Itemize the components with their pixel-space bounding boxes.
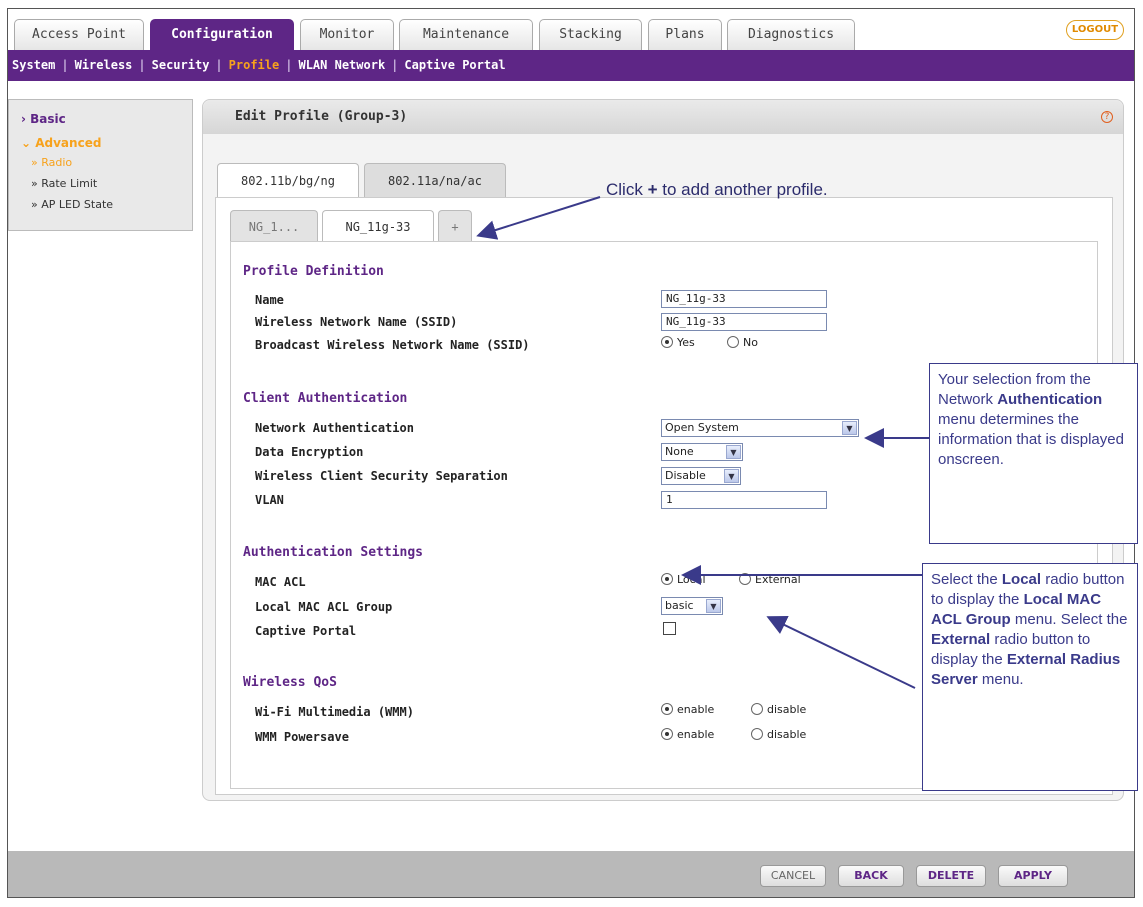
chevron-down-icon: ▼ xyxy=(706,599,721,613)
apply-button[interactable]: APPLY xyxy=(998,865,1068,887)
tab-monitor[interactable]: Monitor xyxy=(300,19,394,50)
data-encryption-label: Data Encryption xyxy=(255,445,364,459)
data-encryption-select[interactable]: None ▼ xyxy=(661,443,743,461)
sub-navigation: System | Wireless | Security | Profile | WLAN Ne… xyxy=(8,50,1134,81)
tab-maintenance[interactable]: Maintenance xyxy=(399,19,533,50)
ssid-field[interactable]: NG_11g-33 xyxy=(661,313,827,331)
subnav-system[interactable]: System xyxy=(12,58,55,72)
local-external-callout: Select the Local radio button to display… xyxy=(922,563,1138,791)
sidebar: › Basic ⌄ Advanced » Radio » Rate Limit … xyxy=(8,99,193,231)
separation-label: Wireless Client Security Separation xyxy=(255,469,508,483)
sidebar-item-basic[interactable]: › Basic xyxy=(21,112,66,126)
sidebar-item-ap-led-state[interactable]: » AP LED State xyxy=(31,198,113,211)
mac-acl-label: MAC ACL xyxy=(255,575,306,589)
powersave-enable-radio[interactable]: enable xyxy=(661,728,714,741)
name-field[interactable]: NG_11g-33 xyxy=(661,290,827,308)
logout-button[interactable]: LOGOUT xyxy=(1066,20,1124,40)
tab-profile-ng11g33[interactable]: NG_11g-33 xyxy=(322,210,434,243)
wmm-powersave-label: WMM Powersave xyxy=(255,730,349,744)
tab-profile-ng1[interactable]: NG_1... xyxy=(230,210,318,242)
add-profile-tab[interactable]: + xyxy=(438,210,472,242)
ssid-label: Wireless Network Name (SSID) xyxy=(255,315,458,329)
bottom-action-bar: CANCEL BACK DELETE APPLY xyxy=(8,851,1134,897)
back-button[interactable]: BACK xyxy=(838,865,904,887)
tab-stacking[interactable]: Stacking xyxy=(539,19,642,50)
delete-button[interactable]: DELETE xyxy=(916,865,986,887)
section-wireless-qos: Wireless QoS xyxy=(243,675,337,690)
section-client-authentication: Client Authentication xyxy=(243,391,408,406)
wmm-disable-radio[interactable]: disable xyxy=(751,703,806,716)
subnav-wlan-network[interactable]: WLAN Network xyxy=(298,58,385,72)
network-auth-callout: Your selection from the Network Authenti… xyxy=(929,363,1138,544)
wmm-enable-radio[interactable]: enable xyxy=(661,703,714,716)
network-auth-select[interactable]: Open System ▼ xyxy=(661,419,859,437)
top-tab-bar: Access Point Configuration Monitor Maint… xyxy=(8,9,1134,51)
section-authentication-settings: Authentication Settings xyxy=(243,545,424,560)
separation-select[interactable]: Disable ▼ xyxy=(661,467,741,485)
tab-band-ac[interactable]: 802.11a/na/ac xyxy=(364,163,506,197)
tab-configuration[interactable]: Configuration xyxy=(150,19,294,51)
chevron-down-icon: ▼ xyxy=(724,469,739,483)
captive-portal-checkbox[interactable] xyxy=(663,622,676,635)
subnav-security[interactable]: Security xyxy=(152,58,210,72)
chevron-down-icon: ▼ xyxy=(726,445,741,459)
cancel-button[interactable]: CANCEL xyxy=(760,865,826,887)
sidebar-item-rate-limit[interactable]: » Rate Limit xyxy=(31,177,97,190)
mac-acl-external-radio[interactable]: External xyxy=(739,573,801,586)
tab-diagnostics[interactable]: Diagnostics xyxy=(727,19,855,50)
chevron-down-icon: ▼ xyxy=(842,421,857,435)
vlan-label: VLAN xyxy=(255,493,284,507)
sidebar-item-radio[interactable]: » Radio xyxy=(31,156,72,169)
panel-title: Edit Profile (Group-3) xyxy=(235,109,408,124)
wmm-label: Wi-Fi Multimedia (WMM) xyxy=(255,705,414,719)
powersave-disable-radio[interactable]: disable xyxy=(751,728,806,741)
tab-band-bgn[interactable]: 802.11b/bg/ng xyxy=(217,163,359,198)
local-mac-acl-group-select[interactable]: basic ▼ xyxy=(661,597,723,615)
sidebar-item-advanced[interactable]: ⌄ Advanced xyxy=(21,136,101,150)
broadcast-yes-radio[interactable]: Yes xyxy=(661,336,695,349)
subnav-profile[interactable]: Profile xyxy=(229,58,280,72)
section-profile-definition: Profile Definition xyxy=(243,264,384,279)
panel-header: Edit Profile (Group-3) ? xyxy=(203,100,1123,134)
broadcast-ssid-label: Broadcast Wireless Network Name (SSID) xyxy=(255,338,530,352)
name-label: Name xyxy=(255,293,284,307)
local-mac-acl-group-label: Local MAC ACL Group xyxy=(255,600,393,614)
help-icon[interactable]: ? xyxy=(1101,111,1113,123)
network-auth-label: Network Authentication xyxy=(255,421,414,435)
vlan-field[interactable]: 1 xyxy=(661,491,827,509)
mac-acl-local-radio[interactable]: Local xyxy=(661,573,706,586)
tab-access-point[interactable]: Access Point xyxy=(14,19,144,50)
subnav-captive-portal[interactable]: Captive Portal xyxy=(404,58,505,72)
tab-plans[interactable]: Plans xyxy=(648,19,722,50)
broadcast-no-radio[interactable]: No xyxy=(727,336,758,349)
captive-portal-label: Captive Portal xyxy=(255,624,357,638)
add-profile-callout: Click + to add another profile. xyxy=(606,180,828,199)
subnav-wireless[interactable]: Wireless xyxy=(75,58,133,72)
